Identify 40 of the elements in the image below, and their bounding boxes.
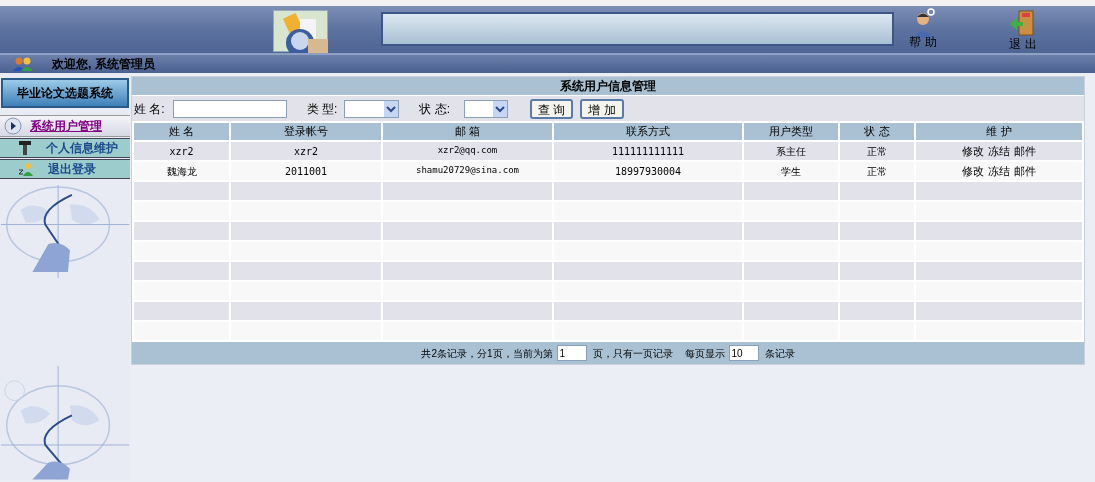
add-button[interactable]: 增 加 — [580, 98, 624, 119]
panel-title: 系统用户信息管理 — [132, 77, 1084, 95]
name-label: 姓 名: — [134, 100, 165, 118]
action-link[interactable]: 修改 — [962, 164, 984, 177]
status-label: 状 态: — [419, 100, 450, 118]
record-count-text: 共2条记录，分1页，当前为第 — [421, 346, 553, 361]
exit-label[interactable]: 退 出 — [1009, 38, 1037, 50]
status-select[interactable] — [464, 99, 508, 118]
per-page-label: 每页显示 — [684, 346, 725, 361]
system-title-button[interactable]: 毕业论文选题系统 — [1, 78, 129, 108]
help-label[interactable]: 帮 助 — [909, 36, 937, 48]
arrow-circle-icon — [4, 116, 22, 135]
user-icon — [18, 161, 34, 176]
action-link[interactable]: 邮件 — [1014, 144, 1036, 157]
tools-icon — [18, 139, 32, 156]
column-header: 登录帐号 — [230, 122, 382, 141]
name-input[interactable] — [172, 99, 287, 118]
column-header: 用户类型 — [743, 122, 839, 141]
type-label: 类 型: — [306, 100, 338, 118]
column-header: 姓 名 — [133, 122, 230, 141]
column-header: 联系方式 — [553, 122, 743, 141]
column-header: 邮 箱 — [382, 122, 553, 141]
menu-item[interactable]: 退出登录 — [0, 158, 130, 179]
type-select[interactable] — [344, 99, 400, 118]
logo-picture-icon — [273, 10, 328, 52]
query-button[interactable]: 查 询 — [530, 98, 574, 119]
page-input[interactable]: 1 — [556, 345, 587, 361]
action-link[interactable]: 冻结 — [988, 144, 1010, 157]
action-link[interactable]: 邮件 — [1014, 164, 1036, 177]
column-header: 状 态 — [839, 122, 915, 141]
menu-item[interactable]: 系统用户管理 — [0, 114, 130, 137]
page-info-text: 页，只有一页记录 — [592, 346, 673, 361]
action-link[interactable]: 修改 — [962, 144, 984, 157]
column-header: 维 护 — [915, 122, 1083, 141]
action-link[interactable]: 冻结 — [988, 164, 1010, 177]
welcome-text: 欢迎您, 系统管理员 — [52, 56, 155, 73]
per-page-input[interactable]: 10 — [728, 345, 759, 361]
menu-item[interactable]: 个人信息维护 — [0, 137, 130, 158]
records-unit-text: 条记录 — [764, 346, 795, 361]
users-icon — [12, 57, 34, 71]
